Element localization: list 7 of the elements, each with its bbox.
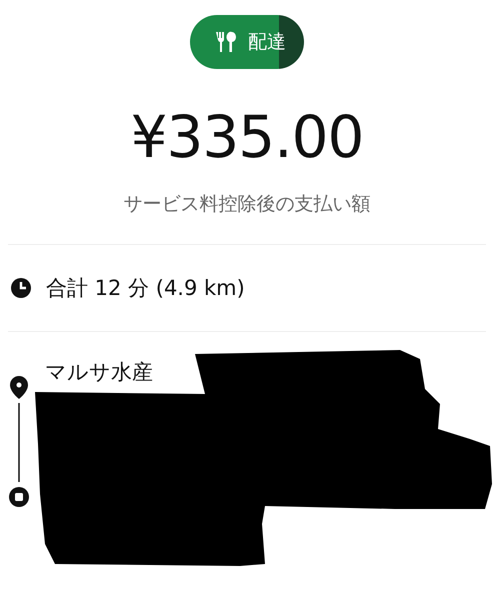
fork-spoon-icon [214,30,238,54]
delivery-button[interactable]: 配達 [190,15,304,69]
fare-caption: サービス料控除後の支払い額 [124,192,370,217]
trip-summary: 合計 12 分 (4.9 km) [46,275,245,302]
clock-icon [10,277,32,299]
pickup-name: マルサ水産 [45,359,153,386]
fare-amount: ¥335.00 [130,103,364,171]
